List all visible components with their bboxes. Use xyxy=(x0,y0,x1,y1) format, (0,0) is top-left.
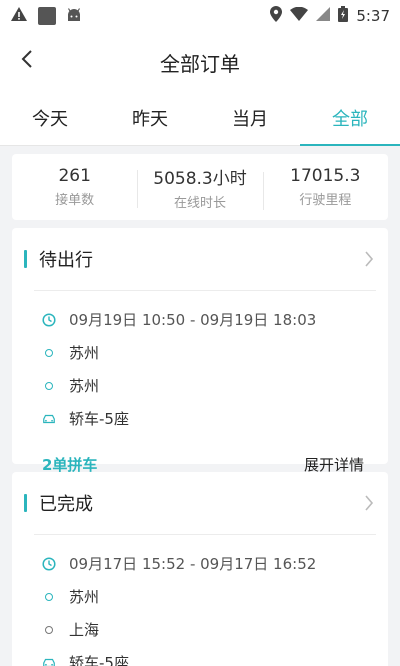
vehicle-type: 轿车-5座 xyxy=(69,410,129,428)
destination-dot-icon xyxy=(42,379,56,393)
destination-city: 上海 xyxy=(69,621,100,639)
chevron-right-icon[interactable] xyxy=(364,494,374,516)
android-icon xyxy=(66,7,82,26)
order-card[interactable]: 已完成 09月17日 15:52 - 09月17日 16:52 苏州 上海 轿车… xyxy=(12,472,388,666)
origin-dot-icon xyxy=(42,590,56,604)
vehicle-row: 轿车-5座 xyxy=(42,646,388,666)
card-title: 待出行 xyxy=(39,250,93,271)
origin-row: 苏州 xyxy=(42,336,388,369)
stat-orders: 261 接单数 xyxy=(12,166,137,208)
car-icon xyxy=(42,656,56,666)
stats-panel: 261 接单数 5058.3小时 在线时长 17015.3 行驶里程 xyxy=(12,154,388,220)
warning-icon xyxy=(10,6,28,26)
stat-value: 5058.3小时 xyxy=(153,168,247,189)
card-header[interactable]: 待出行 xyxy=(12,228,388,290)
chevron-right-icon[interactable] xyxy=(364,250,374,272)
destination-row: 苏州 xyxy=(42,369,388,402)
stat-label: 在线时长 xyxy=(173,195,226,211)
order-card[interactable]: 待出行 09月19日 10:50 - 09月19日 18:03 苏州 苏州 轿车… xyxy=(12,228,388,474)
location-icon xyxy=(270,6,283,26)
clock-icon xyxy=(42,556,56,571)
page-title: 全部订单 xyxy=(160,52,240,76)
vehicle-type: 轿车-5座 xyxy=(69,654,129,666)
card-title: 已完成 xyxy=(39,494,93,515)
stat-label: 行驶里程 xyxy=(299,193,352,208)
origin-row: 苏州 xyxy=(42,580,388,613)
origin-dot-icon xyxy=(42,346,56,360)
wifi-icon xyxy=(290,6,309,25)
car-icon xyxy=(42,412,56,426)
destination-dot-icon xyxy=(42,623,56,637)
clock-time: 5:37 xyxy=(356,7,390,25)
app-header: 全部订单 xyxy=(0,32,400,90)
stat-label: 接单数 xyxy=(55,193,95,208)
vehicle-row: 轿车-5座 xyxy=(42,402,388,435)
destination-row: 上海 xyxy=(42,613,388,646)
clock-icon xyxy=(42,312,56,327)
trip-time: 09月17日 15:52 - 09月17日 16:52 xyxy=(69,555,317,573)
stat-online-time: 5058.3小时 在线时长 xyxy=(137,164,262,211)
origin-city: 苏州 xyxy=(69,344,100,362)
signal-icon xyxy=(316,7,331,25)
accent-bar xyxy=(24,494,27,512)
time-row: 09月19日 10:50 - 09月19日 18:03 xyxy=(42,303,388,336)
trip-time: 09月19日 10:50 - 09月19日 18:03 xyxy=(69,311,317,329)
accent-bar xyxy=(24,250,27,268)
tab-bar: 今天 昨天 当月 全部 xyxy=(0,90,400,146)
tab-this-month[interactable]: 当月 xyxy=(200,90,300,145)
stat-value: 261 xyxy=(58,166,91,186)
app-notification-icon xyxy=(38,7,56,25)
tab-yesterday[interactable]: 昨天 xyxy=(100,90,200,145)
time-row: 09月17日 15:52 - 09月17日 16:52 xyxy=(42,547,388,580)
origin-city: 苏州 xyxy=(69,588,100,606)
card-header[interactable]: 已完成 xyxy=(12,472,388,534)
battery-icon xyxy=(338,6,349,26)
tab-all[interactable]: 全部 xyxy=(300,90,400,146)
tab-today[interactable]: 今天 xyxy=(0,90,100,145)
destination-city: 苏州 xyxy=(69,377,100,395)
stat-mileage: 17015.3 行驶里程 xyxy=(262,166,388,210)
status-bar: 5:37 xyxy=(0,0,400,32)
stat-value: 17015.3 xyxy=(290,166,361,186)
